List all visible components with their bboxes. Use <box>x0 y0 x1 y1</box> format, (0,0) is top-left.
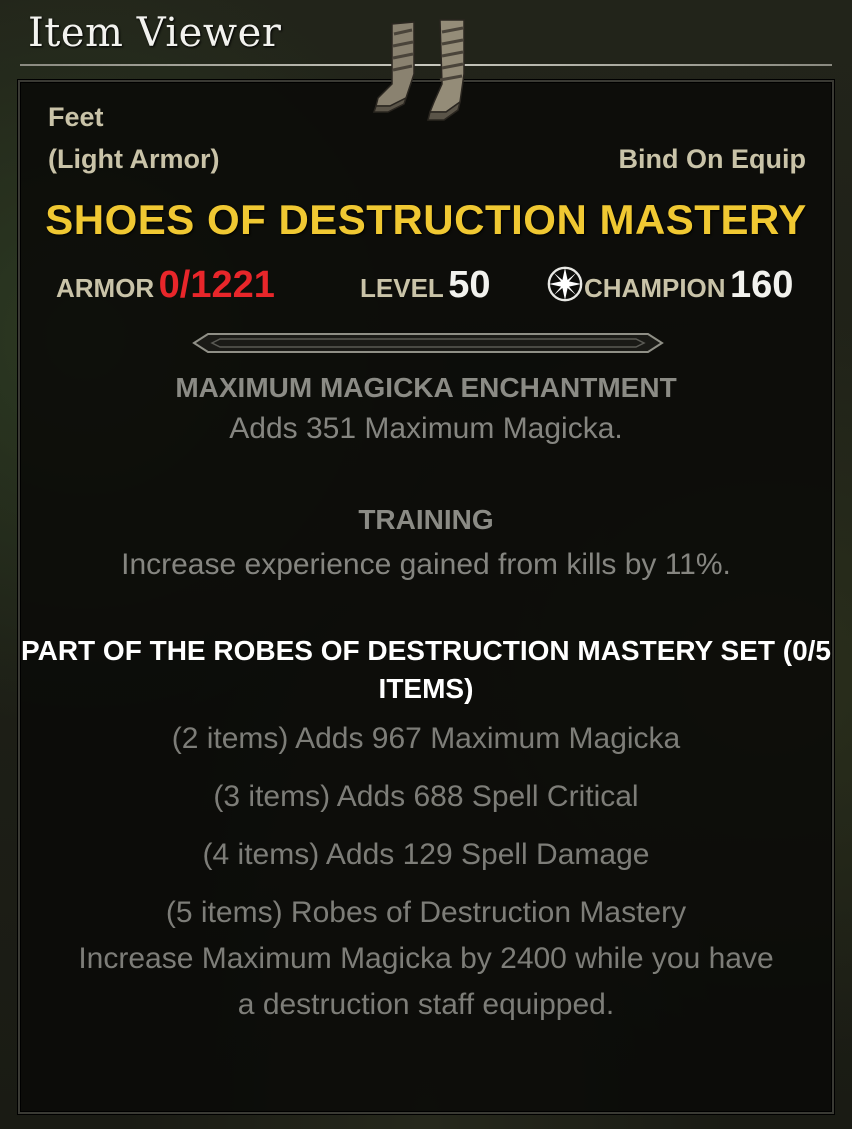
trait-heading: TRAINING <box>358 504 494 535</box>
item-name: SHOES OF DESTRUCTION MASTERY <box>45 196 807 243</box>
armor-label: ARMOR <box>56 273 155 303</box>
set-section: PART OF THE ROBES OF DESTRUCTION MASTERY… <box>20 632 832 708</box>
set-bonus-list: (2 items) Adds 967 Maximum Magicka (3 it… <box>40 722 812 1022</box>
armor-value: 0/1221 <box>158 264 275 306</box>
trait-text: Increase experience gained from kills by… <box>121 548 731 581</box>
enchantment-section: MAXIMUM MAGICKA ENCHANTMENT Adds 351 Max… <box>40 372 812 446</box>
trait-section: TRAINING Increase experience gained from… <box>40 504 812 582</box>
bind-status: Bind On Equip <box>618 144 806 174</box>
stats-row: ARMOR 0/1221 LEVEL 50 CHAMPION 160 <box>0 264 852 314</box>
item-armor-type: (Light Armor) <box>48 144 220 174</box>
champion-stat: CHAMPION 160 <box>546 264 793 307</box>
ornamental-divider <box>192 333 664 353</box>
set-bonus-5-desc-1: Increase Maximum Magicka by 2400 while y… <box>78 942 774 975</box>
armor-stat: ARMOR 0/1221 <box>56 264 275 307</box>
level-label: LEVEL <box>360 273 444 303</box>
set-bonus-2: (2 items) Adds 967 Maximum Magicka <box>171 722 681 755</box>
window-title: Item Viewer <box>28 10 282 56</box>
set-heading-line-2: ITEMS) <box>378 673 474 704</box>
enchantment-text: Adds 351 Maximum Magicka. <box>229 412 623 445</box>
set-bonus-5-title: (5 items) Robes of Destruction Mastery <box>165 896 687 929</box>
champion-value: 160 <box>730 264 794 306</box>
champion-star-icon <box>547 266 583 302</box>
champion-label: CHAMPION <box>584 273 726 303</box>
level-stat: LEVEL 50 <box>360 264 491 307</box>
set-bonus-4: (4 items) Adds 129 Spell Damage <box>202 838 650 871</box>
boots-icon <box>372 19 465 121</box>
level-value: 50 <box>448 264 491 306</box>
item-slot-label: Feet <box>48 102 104 132</box>
set-bonus-3: (3 items) Adds 688 Spell Critical <box>213 780 639 813</box>
set-bonus-5-desc-2: a destruction staff equipped. <box>237 988 615 1021</box>
set-heading-line-1: PART OF THE ROBES OF DESTRUCTION MASTERY… <box>21 635 831 666</box>
enchantment-heading: MAXIMUM MAGICKA ENCHANTMENT <box>175 372 677 403</box>
